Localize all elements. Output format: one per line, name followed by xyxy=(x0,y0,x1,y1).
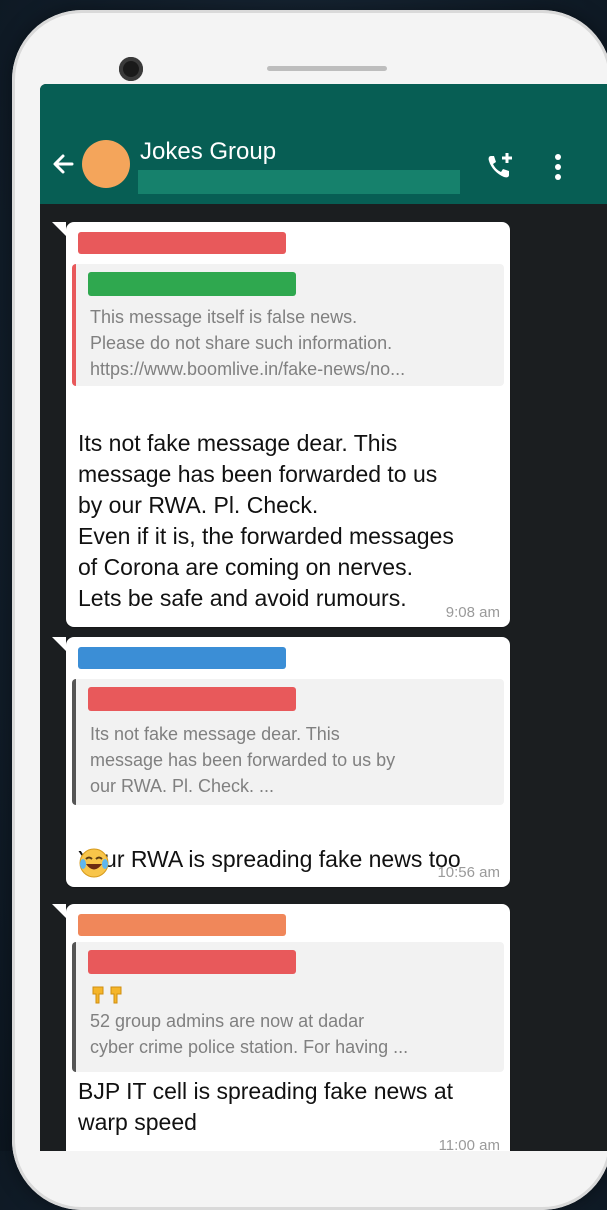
quoted-text: This message itself is false news. Pleas… xyxy=(90,307,406,379)
message-bubble[interactable]: Its not fake message dear. This message … xyxy=(52,637,510,887)
group-members-redacted xyxy=(138,170,460,194)
message-time: 9:08 am xyxy=(445,604,500,621)
quoted-message[interactable]: Its not fake message dear. This message … xyxy=(72,679,504,805)
quoted-sender-redacted xyxy=(88,950,296,974)
quoted-message[interactable]: This message itself is false news. Pleas… xyxy=(72,264,504,386)
front-camera xyxy=(119,57,143,81)
chat-screen: Jokes Group This message itself is false… xyxy=(40,84,607,1151)
back-arrow-icon[interactable] xyxy=(50,146,78,182)
bubble-tail xyxy=(52,637,66,651)
quoted-sender-redacted xyxy=(88,272,296,296)
status-bar xyxy=(40,84,607,124)
message-time: 10:56 am xyxy=(437,864,500,881)
message-text: BJP IT cell is spreading fake news at wa… xyxy=(78,1078,454,1135)
message-text: Your RWA is spreading fake news too xyxy=(78,813,498,875)
quoted-text: 52 group admins are now at dadar cyber c… xyxy=(90,1011,409,1057)
quoted-message[interactable]: 52 group admins are now at dadar cyber c… xyxy=(72,942,504,1072)
chat-title[interactable]: Jokes Group xyxy=(140,138,276,166)
pointing-down-hands-emoji xyxy=(90,984,130,1011)
sender-name-redacted xyxy=(78,647,286,669)
tears-of-joy-emoji xyxy=(78,847,110,884)
message-bubble[interactable]: 52 group admins are now at dadar cyber c… xyxy=(52,904,510,1151)
sender-name-redacted xyxy=(78,232,286,254)
message-body: Your RWA is spreading fake news too xyxy=(78,846,461,872)
quoted-sender-redacted xyxy=(88,687,296,711)
message-list[interactable]: This message itself is false news. Pleas… xyxy=(40,204,607,1151)
bubble-tail xyxy=(52,904,66,918)
add-call-icon[interactable] xyxy=(483,150,517,184)
quoted-text: Its not fake message dear. This message … xyxy=(90,724,396,796)
earpiece-speaker xyxy=(267,66,387,71)
more-vert-icon[interactable] xyxy=(550,150,566,184)
chat-header: Jokes Group xyxy=(40,124,607,204)
message-body: Its not fake message dear. This message … xyxy=(78,430,454,611)
message-time: 11:00 am xyxy=(438,1137,500,1151)
bubble-tail xyxy=(52,222,66,236)
group-avatar[interactable] xyxy=(82,140,130,188)
sender-name-redacted xyxy=(78,914,286,936)
message-bubble[interactable]: This message itself is false news. Pleas… xyxy=(52,222,510,674)
